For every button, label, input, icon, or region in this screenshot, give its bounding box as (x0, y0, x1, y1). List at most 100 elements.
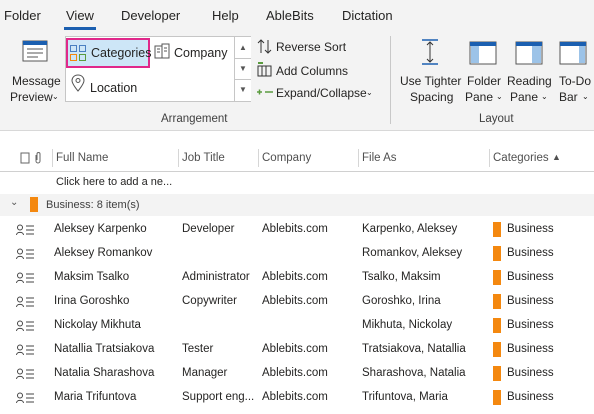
categories-option[interactable]: Categories (66, 38, 152, 68)
reading-pane-button[interactable]: Reading Pane ⌄ (506, 38, 552, 108)
reverse-sort-button[interactable]: Reverse Sort (256, 38, 386, 56)
cell-job-title: Support eng... (182, 391, 255, 403)
header-full-name[interactable]: Full Name (56, 152, 108, 164)
message-preview-label-1: Message (12, 74, 61, 88)
add-new-prompt[interactable]: Click here to add a ne... (56, 176, 172, 188)
cell-company: Ablebits.com (262, 343, 328, 355)
cell-job-title: Developer (182, 223, 235, 235)
table-row[interactable]: Aleksey Karpenko Developer Ablebits.com Kar… (0, 218, 594, 242)
tab-developer[interactable]: Developer (121, 8, 180, 23)
category-color-swatch (493, 222, 501, 237)
contact-card-icon (16, 320, 34, 332)
cell-full-name: Maria Trifuntova (54, 391, 137, 403)
column-headers: Full Name Job Title Company File As Cate… (0, 147, 594, 172)
add-columns-button[interactable]: Add Columns (256, 61, 386, 79)
cell-category: Business (507, 223, 554, 235)
cell-file-as: Karpenko, Aleksey (362, 223, 458, 235)
category-color-swatch (493, 318, 501, 333)
tab-view[interactable]: View (66, 8, 94, 23)
attachment-icon[interactable] (34, 151, 42, 165)
table-row[interactable]: Natalia Sharashova Manager Ablebits.com Sha… (0, 362, 594, 386)
chevron-down-icon: ⌄ (582, 92, 589, 101)
table-row[interactable]: Natallia Tratsiakova Tester Ablebits.com Tr… (0, 338, 594, 362)
add-columns-icon (257, 62, 272, 77)
tab-ablebits[interactable]: AbleBits (266, 8, 314, 23)
reading-pane-label-1: Reading (507, 74, 552, 88)
cell-category: Business (507, 271, 554, 283)
cell-full-name: Natallia Tratsiakova (54, 343, 155, 355)
spacer-band (0, 131, 594, 145)
cell-file-as: Mikhuta, Nickolay (362, 319, 453, 331)
contact-card-icon (16, 392, 34, 404)
cell-company: Ablebits.com (262, 223, 328, 235)
contact-card-icon (16, 296, 34, 308)
menu-bar: Folder View Developer Help AbleBits Dict… (0, 0, 594, 30)
header-file-as[interactable]: File As (362, 152, 397, 164)
category-color-swatch (493, 246, 501, 261)
table-row[interactable]: Aleksey Romankov Romankov, Aleksey Busines… (0, 242, 594, 266)
chevron-down-icon: ⌄ (496, 92, 503, 101)
table-row[interactable]: Nickolay Mikhuta Mikhuta, Nickolay Busines… (0, 314, 594, 338)
building-icon (154, 43, 170, 59)
tab-help[interactable]: Help (212, 8, 239, 23)
tighter-spacing-button[interactable]: Use Tighter Spacing (396, 38, 464, 108)
cell-full-name: Maksim Tsalko (54, 271, 130, 283)
contact-card-icon (16, 224, 34, 236)
reading-pane-icon (515, 41, 543, 65)
cell-file-as: Tsalko, Maksim (362, 271, 441, 283)
company-option[interactable]: Company (152, 38, 232, 68)
gallery-scroll: ▲ ▼ ▼ (234, 37, 251, 101)
chevron-down-icon: ⌄ (366, 88, 373, 97)
contact-card-icon (16, 272, 34, 284)
expand-collapse-label: Expand/Collapse (276, 86, 367, 100)
message-preview-icon (22, 40, 48, 62)
column-divider (178, 149, 179, 167)
categories-icon (70, 45, 86, 61)
cell-file-as: Tratsiakova, Natallia (362, 343, 466, 355)
chevron-down-icon: ⌄ (52, 92, 59, 101)
cell-file-as: Trifuntova, Maria (362, 391, 448, 403)
cell-category: Business (507, 247, 554, 259)
cell-job-title: Administrator (182, 271, 250, 283)
group-header[interactable]: ⌄ Business: 8 item(s) (0, 194, 594, 216)
icon-column-icon[interactable] (20, 152, 30, 164)
todo-bar-icon (559, 41, 587, 65)
cell-category: Business (507, 343, 554, 355)
tab-folder[interactable]: Folder (4, 8, 41, 23)
expand-collapse-button[interactable]: Expand/Collapse ⌄ (256, 84, 386, 102)
todo-bar-label-2: Bar (559, 90, 578, 104)
cell-company: Ablebits.com (262, 391, 328, 403)
header-company[interactable]: Company (262, 152, 311, 164)
add-columns-label: Add Columns (276, 64, 349, 78)
location-pin-icon (71, 74, 85, 92)
layout-group-label: Layout (479, 113, 514, 125)
collapse-chevron-icon[interactable]: ⌄ (10, 197, 18, 208)
cell-file-as: Goroshko, Irina (362, 295, 441, 307)
folder-pane-button[interactable]: Folder Pane ⌄ (464, 38, 504, 108)
cell-category: Business (507, 295, 554, 307)
chevron-down-icon: ⌄ (541, 92, 548, 101)
tab-dictation[interactable]: Dictation (342, 8, 393, 23)
folder-pane-label-1: Folder (467, 74, 502, 88)
folder-pane-label-2: Pane (465, 90, 494, 104)
gallery-more[interactable]: ▼ (235, 79, 251, 100)
folder-pane-icon (469, 41, 497, 65)
add-new-row[interactable]: Click here to add a ne... (0, 171, 594, 195)
table-row[interactable]: Maria Trifuntova Support eng... Ablebits.c… (0, 386, 594, 410)
table-row[interactable]: Maksim Tsalko Administrator Ablebits.com Ts… (0, 266, 594, 290)
arrangement-gallery: Categories Company Location ▲ ▼ ▼ (65, 36, 251, 102)
gallery-scroll-down[interactable]: ▼ (235, 58, 251, 80)
message-preview-button[interactable]: Message Preview ⌄ (8, 38, 61, 108)
todo-bar-button[interactable]: To-Do Bar ⌄ (556, 38, 594, 108)
gallery-scroll-up[interactable]: ▲ (235, 37, 251, 59)
categories-label: Categories (91, 46, 152, 60)
location-option[interactable]: Location (68, 71, 152, 99)
location-label: Location (90, 81, 138, 95)
column-divider (258, 149, 259, 167)
table-row[interactable]: Irina Goroshko Copywriter Ablebits.com Goro… (0, 290, 594, 314)
category-color-swatch (493, 294, 501, 309)
cell-company: Ablebits.com (262, 295, 328, 307)
header-categories[interactable]: Categories (493, 152, 549, 164)
reverse-sort-icon (257, 39, 272, 54)
header-job-title[interactable]: Job Title (182, 152, 225, 164)
